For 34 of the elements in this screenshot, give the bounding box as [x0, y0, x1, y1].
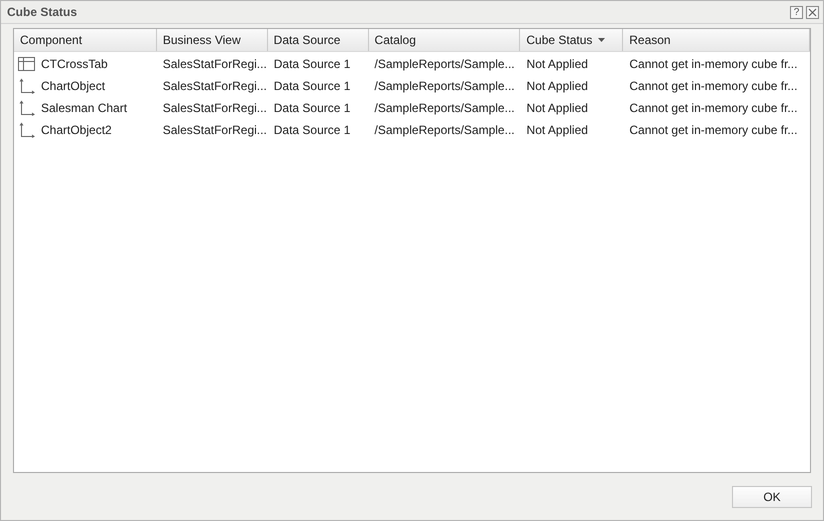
table-cell: SalesStatForRegi...	[162, 57, 267, 71]
table-cell: Not Applied	[526, 57, 588, 71]
table-cell: SalesStatForRegi...	[162, 101, 267, 115]
table-cell: CTCrossTab	[41, 57, 108, 71]
help-button[interactable]: ?	[790, 6, 803, 18]
table-cell: /SampleReports/Sample...	[374, 79, 515, 93]
table-cell: Not Applied	[526, 79, 588, 93]
table-cell: Data Source 1	[274, 79, 350, 93]
column-header[interactable]: Business View	[156, 29, 268, 51]
table-cell: SalesStatForRegi...	[162, 123, 267, 137]
table-cell: Cannot get in-memory cube fr...	[629, 123, 798, 137]
table-cell: Data Source 1	[274, 57, 350, 71]
table-cell: /SampleReports/Sample...	[374, 101, 515, 115]
ok-button[interactable]: OK	[732, 486, 812, 508]
column-header[interactable]: Cube Status	[520, 29, 624, 51]
table-cell: /SampleReports/Sample...	[374, 123, 515, 137]
table-cell: Salesman Chart	[41, 101, 128, 115]
table-cell: Cannot get in-memory cube fr...	[629, 101, 798, 115]
window-title: Cube Status	[7, 5, 78, 19]
close-icon[interactable]	[806, 6, 819, 18]
table-cell: Data Source 1	[274, 123, 350, 137]
table-cell: Cannot get in-memory cube fr...	[629, 57, 798, 71]
column-header[interactable]: Catalog	[368, 29, 520, 51]
table-cell: ChartObject2	[41, 123, 112, 137]
table-cell: Data Source 1	[274, 101, 350, 115]
column-header[interactable]: Data Source	[268, 29, 369, 51]
table-cell: SalesStatForRegi...	[162, 79, 267, 93]
table-cell: Not Applied	[526, 101, 588, 115]
table-cell: Cannot get in-memory cube fr...	[629, 79, 798, 93]
table-cell: Not Applied	[526, 123, 588, 137]
table-cell: ChartObject	[41, 79, 106, 93]
column-header[interactable]: Reason	[623, 29, 810, 51]
table-cell: /SampleReports/Sample...	[374, 57, 515, 71]
column-header[interactable]: Component	[14, 29, 157, 51]
